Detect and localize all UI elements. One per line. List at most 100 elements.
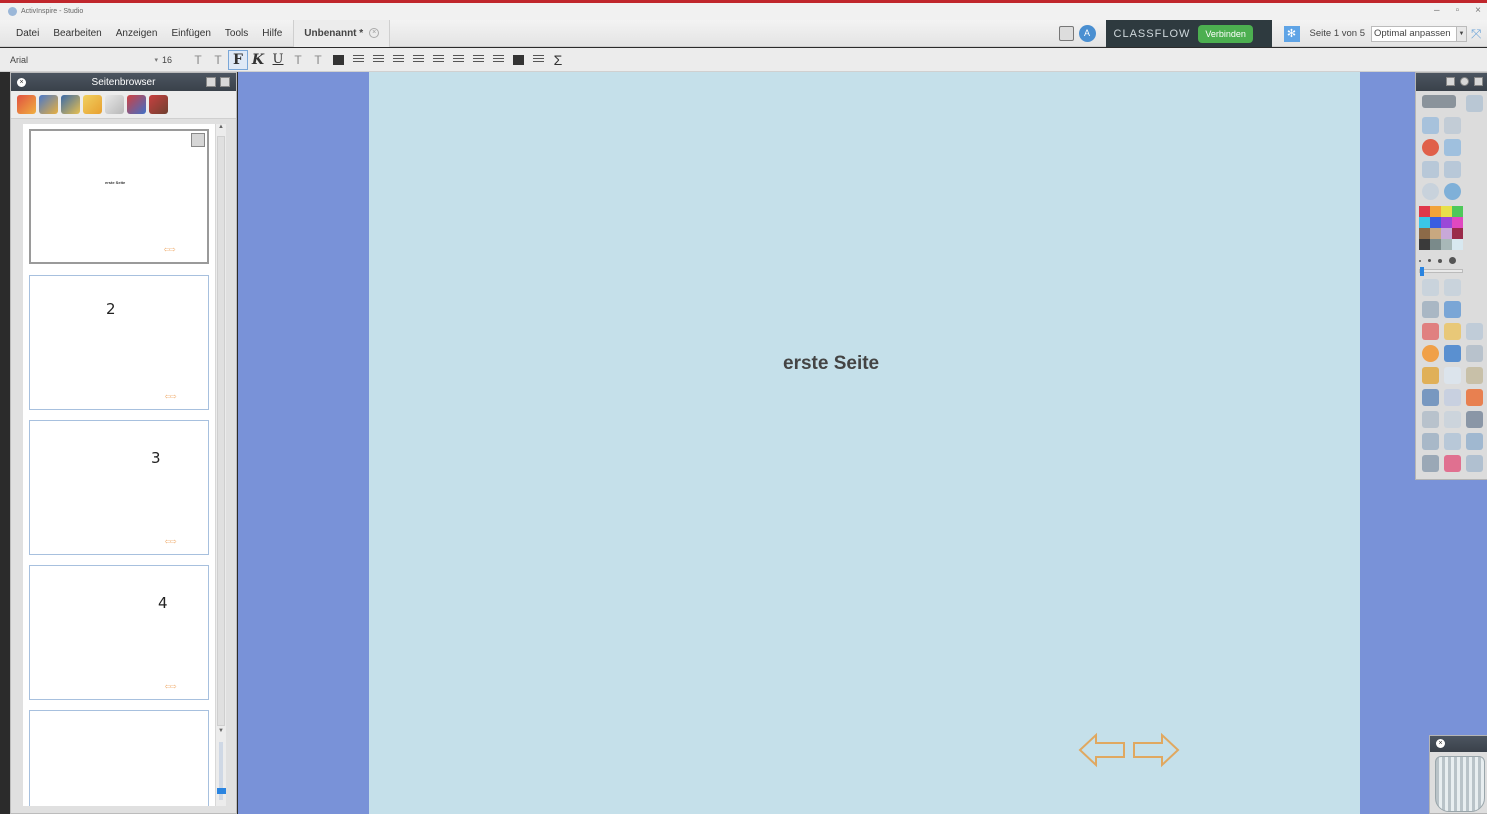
font-dropdown-icon[interactable]: ▾ [154, 56, 158, 64]
desktop-icon[interactable] [1444, 117, 1461, 134]
toolbox-pin-icon[interactable] [1474, 77, 1483, 86]
align-right-button[interactable] [388, 50, 408, 70]
save-icon[interactable] [1466, 345, 1483, 362]
pen-width-presets[interactable] [1419, 257, 1463, 264]
indent-decrease-button[interactable] [468, 50, 488, 70]
width-1-icon[interactable] [1419, 259, 1421, 262]
font-size-field[interactable]: 16 [158, 55, 188, 65]
maximize-button[interactable]: ▫ [1456, 5, 1460, 16]
menu-datei[interactable]: Datei [0, 28, 46, 39]
panel-menu-icon[interactable] [206, 77, 216, 87]
properties-browser-icon[interactable] [105, 95, 124, 114]
share-icon[interactable] [1422, 95, 1456, 108]
page-thumbnail[interactable]: 2 ⇦⇨ [29, 275, 209, 410]
color-swatch[interactable] [1441, 228, 1452, 239]
marker-icon[interactable] [1422, 433, 1439, 450]
folder-icon[interactable] [1422, 367, 1439, 384]
justify-button[interactable] [408, 50, 428, 70]
shrink-font-button[interactable]: T [208, 50, 228, 70]
undo-icon[interactable] [1422, 411, 1439, 428]
delete-icon[interactable] [1466, 389, 1483, 406]
reset-icon[interactable] [1422, 139, 1439, 156]
panel-pin-icon[interactable] [220, 77, 230, 87]
flipchart-page[interactable]: erste Seite [369, 72, 1360, 814]
menu-hilfe[interactable]: Hilfe [255, 28, 289, 39]
note-icon[interactable] [1466, 367, 1483, 384]
magic-ink-icon[interactable] [1422, 389, 1439, 406]
text-icon[interactable] [1444, 367, 1461, 384]
color-swatch[interactable] [1430, 217, 1441, 228]
page-thumbnail[interactable]: 3 ⇦⇨ [29, 420, 209, 555]
color-swatch[interactable] [1452, 217, 1463, 228]
underline-button[interactable]: U [268, 50, 288, 70]
page-thumbnail[interactable]: 4 ⇦⇨ [29, 565, 209, 700]
menu-tools[interactable]: Tools [218, 28, 255, 39]
menu-einfuegen[interactable]: Einfügen [164, 28, 217, 39]
dice-icon[interactable] [1444, 455, 1461, 472]
resource-browser-icon[interactable] [39, 95, 58, 114]
page-browser-icon[interactable] [17, 95, 36, 114]
scroll-down-icon[interactable]: ▼ [216, 728, 226, 738]
close-tab-icon[interactable]: × [369, 28, 380, 38]
select-all-button[interactable] [528, 50, 548, 70]
zoom-icon[interactable] [1444, 279, 1461, 296]
actions-browser-icon[interactable] [127, 95, 146, 114]
triangle-icon[interactable] [1444, 433, 1461, 450]
equation-button[interactable]: Σ [548, 50, 568, 70]
refresh-icon[interactable] [1444, 389, 1461, 406]
document-tab[interactable]: Unbenannt * × [293, 19, 391, 47]
highlighter-icon[interactable] [1444, 301, 1461, 318]
toolbox-settings-icon[interactable] [1460, 77, 1469, 86]
search-icon[interactable] [1444, 139, 1461, 156]
activinspire-logo-icon[interactable]: A [1078, 25, 1096, 42]
export-icon[interactable] [1466, 433, 1483, 450]
font-family-field[interactable]: Arial ▾ [0, 51, 158, 69]
superscript-button[interactable]: T [288, 50, 308, 70]
snowflake-icon[interactable]: ✻ [1283, 25, 1300, 42]
image-icon[interactable] [1466, 323, 1483, 340]
compass-icon[interactable] [1422, 455, 1439, 472]
fill-icon[interactable] [1444, 323, 1461, 340]
grow-font-button[interactable]: T [188, 50, 208, 70]
indent-increase-button[interactable] [448, 50, 468, 70]
scrollbar-thumb[interactable] [217, 136, 225, 726]
subscript-button[interactable]: T [308, 50, 328, 70]
flipchart-icon[interactable] [1422, 117, 1439, 134]
edit-profile-icon[interactable] [1466, 95, 1483, 112]
color-swatch[interactable] [1452, 239, 1463, 250]
bold-button[interactable]: F [228, 49, 248, 70]
color-swatch[interactable] [1452, 228, 1463, 239]
page-thumbnail[interactable] [29, 710, 209, 806]
connector-icon[interactable] [1444, 345, 1461, 362]
trash-can-icon[interactable] [1435, 756, 1485, 812]
color-swatch[interactable] [1430, 206, 1441, 217]
bullet-list-button[interactable] [488, 50, 508, 70]
select-icon[interactable] [1422, 279, 1439, 296]
color-palette[interactable] [1419, 206, 1463, 250]
width-3-icon[interactable] [1438, 258, 1442, 263]
text-box-button[interactable] [508, 50, 528, 70]
color-swatch[interactable] [1430, 239, 1441, 250]
color-swatch[interactable] [1441, 206, 1452, 217]
pen-width-slider[interactable] [1419, 267, 1463, 276]
previous-page-arrow-icon[interactable] [1078, 732, 1126, 768]
color-swatch[interactable] [1419, 217, 1430, 228]
next-page-icon[interactable] [1444, 161, 1461, 178]
thumbnail-scrollbar[interactable]: ▲ ▼ [215, 124, 226, 806]
pen-width-knob[interactable] [1420, 267, 1424, 276]
thumbnail-size-knob[interactable] [217, 788, 226, 794]
globe-icon[interactable] [1444, 183, 1461, 200]
color-swatch[interactable] [1441, 217, 1452, 228]
notes-icon[interactable] [1058, 26, 1074, 41]
fullscreen-icon[interactable]: ⤧ [1471, 26, 1485, 41]
object-browser-icon[interactable] [61, 95, 80, 114]
italic-button[interactable]: K [248, 50, 268, 70]
next-page-arrow-icon[interactable] [1132, 732, 1180, 768]
page-thumbnail[interactable]: erste Seite ⇦⇨ [29, 129, 209, 264]
color-swatch[interactable] [1430, 228, 1441, 239]
scroll-up-icon[interactable]: ▲ [216, 124, 226, 134]
align-center-button[interactable] [368, 50, 388, 70]
previous-page-icon[interactable] [1422, 161, 1439, 178]
toolbox-menu-icon[interactable] [1446, 77, 1455, 86]
align-left-button[interactable] [348, 50, 368, 70]
